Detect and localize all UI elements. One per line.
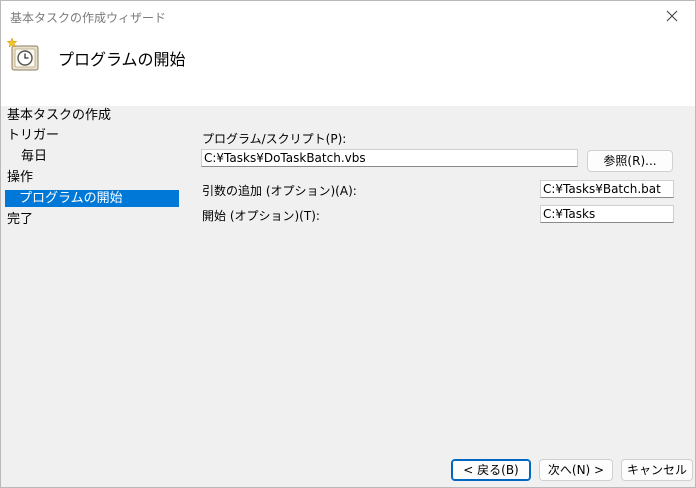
- cancel-button[interactable]: キャンセル: [621, 459, 693, 481]
- close-button[interactable]: [649, 1, 695, 31]
- title-bar: 基本タスクの作成ウィザード: [1, 1, 695, 31]
- step-create-basic-task[interactable]: 基本タスクの作成: [7, 107, 111, 124]
- arguments-label: 引数の追加 (オプション)(A):: [202, 184, 357, 198]
- arguments-input[interactable]: C:¥Tasks¥Batch.bat: [540, 180, 674, 198]
- program-script-input[interactable]: C:¥Tasks¥DoTaskBatch.vbs: [201, 149, 578, 167]
- page-title: プログラムの開始: [58, 50, 186, 69]
- start-in-label: 開始 (オプション)(T):: [202, 209, 320, 223]
- next-button[interactable]: 次へ(N) >: [539, 459, 613, 481]
- task-clock-icon: [7, 37, 39, 71]
- step-trigger[interactable]: トリガー: [7, 127, 59, 144]
- step-action[interactable]: 操作: [7, 169, 33, 186]
- step-finish[interactable]: 完了: [7, 211, 33, 228]
- close-icon: [666, 10, 678, 22]
- program-script-label: プログラム/スクリプト(P):: [202, 132, 347, 146]
- wizard-window: 基本タスクの作成ウィザード プログラムの開始 基本タスクの作成 トリガー 毎日 …: [0, 0, 696, 488]
- step-daily[interactable]: 毎日: [21, 148, 47, 165]
- step-start-program[interactable]: プログラムの開始: [5, 190, 179, 207]
- start-in-input[interactable]: C:¥Tasks: [540, 205, 674, 223]
- wizard-header: プログラムの開始: [1, 31, 695, 106]
- wizard-steps-nav: 基本タスクの作成 トリガー 毎日 操作 プログラムの開始 完了: [1, 106, 191, 446]
- browse-button[interactable]: 参照(R)...: [587, 150, 673, 172]
- window-title: 基本タスクの作成ウィザード: [10, 11, 167, 25]
- back-button[interactable]: < 戻る(B): [451, 459, 531, 481]
